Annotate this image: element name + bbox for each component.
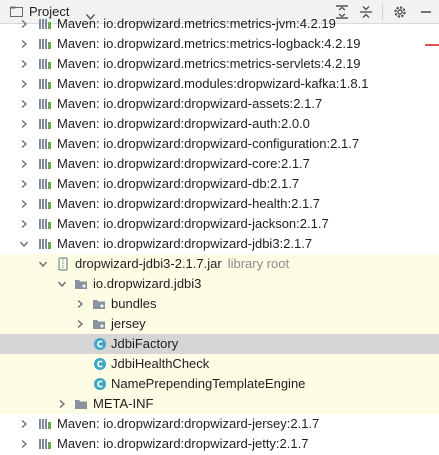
chevron-right-icon[interactable] [19, 199, 29, 209]
library-icon [38, 97, 52, 111]
tree-row-label: io.dropwizard.jdbi3 [93, 276, 202, 291]
tree-row-label: Maven: io.dropwizard:dropwizard-health:2… [57, 196, 321, 211]
tree-row-dropwizard-jdbi3[interactable]: Maven: io.dropwizard:dropwizard-jdbi3:2.… [0, 234, 439, 254]
chevron-down-icon[interactable] [19, 239, 29, 249]
tree-row-class-jdbifactory[interactable]: JdbiFactory [0, 334, 439, 354]
tree-row-label: bundles [111, 296, 157, 311]
tree-row-metrics-logback[interactable]: Maven: io.dropwizard.metrics:metrics-log… [0, 34, 439, 54]
library-icon [38, 177, 52, 191]
tree-row-dropwizard-health[interactable]: Maven: io.dropwizard:dropwizard-health:2… [0, 194, 439, 214]
tree-row-package-jdbi3[interactable]: io.dropwizard.jdbi3 [0, 274, 439, 294]
class-icon [93, 337, 107, 351]
chevron-right-icon[interactable] [19, 419, 29, 429]
tree-row-label: dropwizard-jdbi3-2.1.7.jar [75, 256, 222, 271]
tree-row-label: Maven: io.dropwizard.metrics:metrics-jvm… [57, 16, 336, 31]
chevron-right-icon[interactable] [75, 299, 85, 309]
tree-row-dropwizard-jackson[interactable]: Maven: io.dropwizard:dropwizard-jackson:… [0, 214, 439, 234]
tree-row-metrics-servlets[interactable]: Maven: io.dropwizard.metrics:metrics-ser… [0, 54, 439, 74]
tree-row-label: Maven: io.dropwizard:dropwizard-jetty:2.… [57, 436, 309, 451]
tree-row-dropwizard-configuration[interactable]: Maven: io.dropwizard:dropwizard-configur… [0, 134, 439, 154]
tree-row-label: NamePrependingTemplateEngine [111, 376, 306, 391]
library-icon [38, 157, 52, 171]
library-icon [38, 117, 52, 131]
class-icon [93, 377, 107, 391]
tree-row-label: Maven: io.dropwizard:dropwizard-jdbi3:2.… [57, 236, 313, 251]
tree-row-label: Maven: io.dropwizard:dropwizard-jersey:2… [57, 416, 320, 431]
library-icon [38, 197, 52, 211]
chevron-right-icon[interactable] [19, 39, 29, 49]
tree-row-dropwizard-kafka[interactable]: Maven: io.dropwizard.modules:dropwizard-… [0, 74, 439, 94]
tree-row-dropwizard-jetty[interactable]: Maven: io.dropwizard:dropwizard-jetty:2.… [0, 434, 439, 454]
library-icon [38, 17, 52, 31]
chevron-right-icon[interactable] [19, 79, 29, 89]
tree-row-metrics-jvm[interactable]: Maven: io.dropwizard.metrics:metrics-jvm… [0, 14, 439, 34]
library-icon [38, 237, 52, 251]
library-icon [38, 217, 52, 231]
tree-row-dropwizard-core[interactable]: Maven: io.dropwizard:dropwizard-core:2.1… [0, 154, 439, 174]
chevron-down-icon[interactable] [57, 279, 67, 289]
tree-row-label: Maven: io.dropwizard:dropwizard-jackson:… [57, 216, 329, 231]
chevron-down-icon[interactable] [38, 259, 48, 269]
chevron-right-icon[interactable] [19, 139, 29, 149]
tree-row-dropwizard-auth[interactable]: Maven: io.dropwizard:dropwizard-auth:2.0… [0, 114, 439, 134]
tree-row-dropwizard-jersey[interactable]: Maven: io.dropwizard:dropwizard-jersey:2… [0, 414, 439, 434]
tree-row-package-bundles[interactable]: bundles [0, 294, 439, 314]
chevron-right-icon[interactable] [19, 159, 29, 169]
package-icon [92, 317, 106, 331]
chevron-right-icon[interactable] [19, 439, 29, 449]
tree-row-dropwizard-db[interactable]: Maven: io.dropwizard:dropwizard-db:2.1.7 [0, 174, 439, 194]
chevron-right-icon[interactable] [19, 219, 29, 229]
jar-archive-icon [56, 257, 70, 271]
library-icon [38, 137, 52, 151]
tree-row-label: JdbiFactory [111, 336, 179, 351]
chevron-right-icon[interactable] [57, 399, 67, 409]
library-icon [38, 57, 52, 71]
class-icon [93, 357, 107, 371]
tree-row-label: META-INF [93, 396, 154, 411]
tree-row-class-jdbihealthcheck[interactable]: JdbiHealthCheck [0, 354, 439, 374]
tree-row-label: Maven: io.dropwizard:dropwizard-auth:2.0… [57, 116, 310, 131]
folder-icon [74, 397, 88, 411]
tree-row-folder-meta-inf[interactable]: META-INF [0, 394, 439, 414]
chevron-right-icon[interactable] [75, 319, 85, 329]
chevron-right-icon[interactable] [19, 99, 29, 109]
tree-row-label: Maven: io.dropwizard:dropwizard-db:2.1.7 [57, 176, 300, 191]
chevron-right-icon[interactable] [19, 179, 29, 189]
library-icon [38, 437, 52, 451]
library-icon [38, 77, 52, 91]
tree-row-label: Maven: io.dropwizard.metrics:metrics-ser… [57, 56, 361, 71]
tree-row-label: jersey [111, 316, 146, 331]
library-icon [38, 417, 52, 431]
tree-row-label: Maven: io.dropwizard:dropwizard-configur… [57, 136, 360, 151]
tree-row-dropwizard-assets[interactable]: Maven: io.dropwizard:dropwizard-assets:2… [0, 94, 439, 114]
tree-row-label: Maven: io.dropwizard.modules:dropwizard-… [57, 76, 369, 91]
package-icon [74, 277, 88, 291]
tree-row-label: JdbiHealthCheck [111, 356, 210, 371]
tree-row-label: Maven: io.dropwizard:dropwizard-core:2.1… [57, 156, 310, 171]
tree-row-jdbi3-jar[interactable]: dropwizard-jdbi3-2.1.7.jar library root [0, 254, 439, 274]
tree-row-package-jersey[interactable]: jersey [0, 314, 439, 334]
package-icon [92, 297, 106, 311]
tree-row-label: Maven: io.dropwizard.metrics:metrics-log… [57, 36, 361, 51]
library-root-hint: library root [227, 256, 290, 271]
chevron-right-icon[interactable] [19, 59, 29, 69]
tree-row-label: Maven: io.dropwizard:dropwizard-assets:2… [57, 96, 323, 111]
tree-row-class-nameprepending[interactable]: NamePrependingTemplateEngine [0, 374, 439, 394]
chevron-right-icon[interactable] [19, 119, 29, 129]
chevron-right-icon[interactable] [19, 19, 29, 29]
library-icon [38, 37, 52, 51]
